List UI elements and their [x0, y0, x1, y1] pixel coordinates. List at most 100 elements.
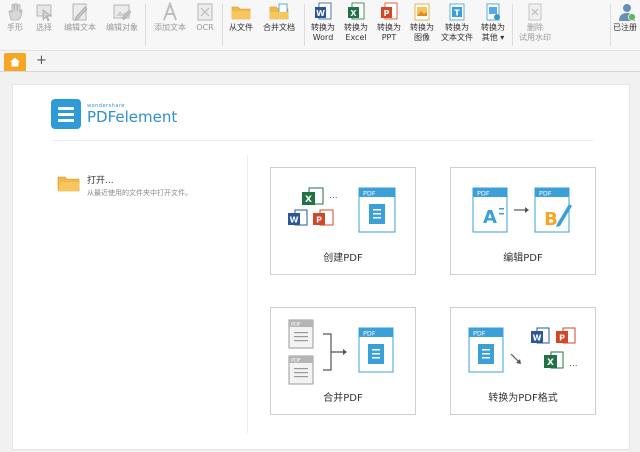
- create-pdf-card[interactable]: X ... W P PDF 创建PDF: [270, 167, 416, 275]
- create-pdf-illustration: X ... W P PDF: [288, 187, 396, 233]
- convert-to-other-button[interactable]: 转换为 其他 ▾: [477, 2, 509, 48]
- registered-user-button[interactable]: 已注册: [613, 2, 640, 48]
- open-subtitle: 从最近使用的文件夹中打开文件。: [87, 189, 192, 197]
- combine-documents-label: 合并文档: [263, 23, 295, 32]
- convert-pdf-illustration: PDF W P X ...: [468, 327, 578, 373]
- edit-text-label: 编辑文本: [64, 23, 96, 32]
- svg-text:PDF: PDF: [291, 358, 301, 364]
- combine-pdf-illustration: PDF PDF PDF: [288, 319, 394, 385]
- merge-bracket-icon: [323, 333, 347, 371]
- combine-documents-icon: [269, 3, 289, 20]
- ocr-button[interactable]: OCR: [192, 2, 218, 48]
- excel-icon: X: [348, 2, 365, 20]
- toolbar-separator: [304, 4, 305, 46]
- excel-icon: X: [302, 187, 324, 205]
- combine-documents-button[interactable]: 合并文档: [258, 2, 300, 48]
- hand-icon: [8, 3, 23, 21]
- combine-pdf-label: 合并PDF: [323, 393, 363, 404]
- powerpoint-icon: P: [381, 2, 398, 20]
- tab-bar: +: [0, 51, 640, 72]
- svg-text:PDF: PDF: [291, 322, 301, 328]
- select-label: 选择: [36, 23, 52, 32]
- create-pdf-label: 创建PDF: [323, 253, 363, 264]
- svg-text:...: ...: [329, 191, 338, 201]
- add-tab-button[interactable]: +: [36, 52, 47, 70]
- watermark-icon: [528, 3, 542, 21]
- pdfelement-logo-icon: [51, 99, 81, 129]
- svg-text:PDF: PDF: [539, 190, 552, 198]
- powerpoint-icon: P: [313, 209, 334, 226]
- word-icon: W: [315, 2, 332, 20]
- convert-to-image-button[interactable]: 转换为 图像: [406, 2, 438, 48]
- remove-watermark-label-1: 删除: [527, 23, 543, 32]
- toolbar-separator: [512, 4, 513, 46]
- svg-text:P: P: [316, 216, 322, 225]
- edit-object-button[interactable]: 编辑对象: [102, 2, 142, 48]
- convert-to-word-button[interactable]: W 转换为 Word: [307, 2, 339, 48]
- edit-object-icon: [113, 4, 132, 21]
- convert-to-text-label-2: 文本文件: [441, 33, 473, 42]
- svg-text:PDF: PDF: [477, 190, 490, 198]
- remove-trial-watermark-button[interactable]: 删除 试用水印: [516, 2, 554, 48]
- from-file-button[interactable]: 从文件: [226, 2, 256, 48]
- arrow-right-icon: [514, 207, 529, 213]
- ocr-label: OCR: [196, 23, 214, 32]
- other-format-icon: [486, 3, 500, 21]
- edit-pdf-illustration: PDF A PDF B: [472, 187, 572, 233]
- toolbar-separator: [145, 4, 146, 46]
- convert-pdf-label: 转换为PDF格式: [488, 393, 558, 404]
- convert-to-ppt-button[interactable]: P 转换为 PPT: [373, 2, 405, 48]
- start-page: wondershare PDFelement 打开... 从最近使用的文件夹中打…: [12, 84, 630, 450]
- home-icon: [10, 57, 20, 67]
- document-icon: PDF: [288, 355, 314, 385]
- open-recent-link[interactable]: 打开... 从最近使用的文件夹中打开文件。: [57, 173, 192, 198]
- app-logo: wondershare PDFelement: [51, 99, 177, 129]
- toolbar-separator: [610, 4, 611, 46]
- pdf-document-icon: PDF: [468, 327, 504, 373]
- chevron-down-icon: ▾: [500, 33, 505, 42]
- edit-pdf-label: 编辑PDF: [503, 253, 543, 264]
- user-icon: [619, 4, 636, 21]
- edit-text-button[interactable]: 编辑文本: [60, 2, 100, 48]
- svg-text:X: X: [305, 195, 312, 205]
- from-file-label: 从文件: [229, 23, 253, 32]
- svg-text:P: P: [384, 9, 390, 18]
- select-tool-button[interactable]: 选择: [30, 2, 58, 48]
- convert-to-text-button[interactable]: T 转换为 文本文件: [438, 2, 476, 48]
- arrow-down-right-icon: [510, 353, 521, 364]
- convert-to-word-label-2: Word: [312, 33, 334, 42]
- powerpoint-icon: P: [556, 327, 576, 344]
- convert-to-other-label-text: 其他: [481, 33, 498, 42]
- pdf-document-icon: PDF A: [472, 187, 508, 233]
- ocr-icon: [197, 3, 213, 21]
- convert-to-text-label-1: 转换为: [445, 23, 469, 32]
- svg-text:A: A: [483, 207, 497, 228]
- convert-pdf-card[interactable]: PDF W P X ... 转换为PDF格式: [450, 307, 596, 415]
- svg-text:X: X: [350, 9, 357, 18]
- convert-to-excel-label-2: Excel: [345, 33, 367, 42]
- svg-text:PDF: PDF: [363, 190, 376, 198]
- combine-pdf-card[interactable]: PDF PDF PDF 合并PDF: [270, 307, 416, 415]
- document-icon: PDF: [288, 319, 314, 349]
- hand-tool-button[interactable]: 手形: [2, 2, 28, 48]
- open-title: 打开...: [87, 176, 114, 186]
- folder-icon: [231, 6, 251, 20]
- add-text-icon: [163, 2, 177, 21]
- convert-to-excel-button[interactable]: X 转换为 Excel: [340, 2, 372, 48]
- edit-pdf-card[interactable]: PDF A PDF B 编辑PDF: [450, 167, 596, 275]
- select-icon: [36, 4, 52, 22]
- logo-name: PDFelement: [87, 108, 178, 126]
- word-icon: W: [288, 209, 308, 226]
- divider: [53, 140, 593, 141]
- svg-text:X: X: [547, 358, 554, 368]
- toolbar: 手形 选择 编辑文本 编辑对象 添加文本 OCR 从文件 合并文档 W 转换为 …: [0, 0, 640, 51]
- convert-to-image-label-2: 图像: [414, 33, 430, 42]
- hand-label: 手形: [7, 23, 23, 32]
- tab-home[interactable]: [4, 53, 26, 71]
- add-text-button[interactable]: 添加文本: [150, 2, 190, 48]
- folder-icon: [57, 176, 80, 192]
- word-icon: W: [531, 327, 550, 344]
- pdf-document-icon: PDF: [358, 327, 394, 373]
- image-icon: [414, 3, 430, 21]
- svg-text:PDF: PDF: [363, 330, 376, 338]
